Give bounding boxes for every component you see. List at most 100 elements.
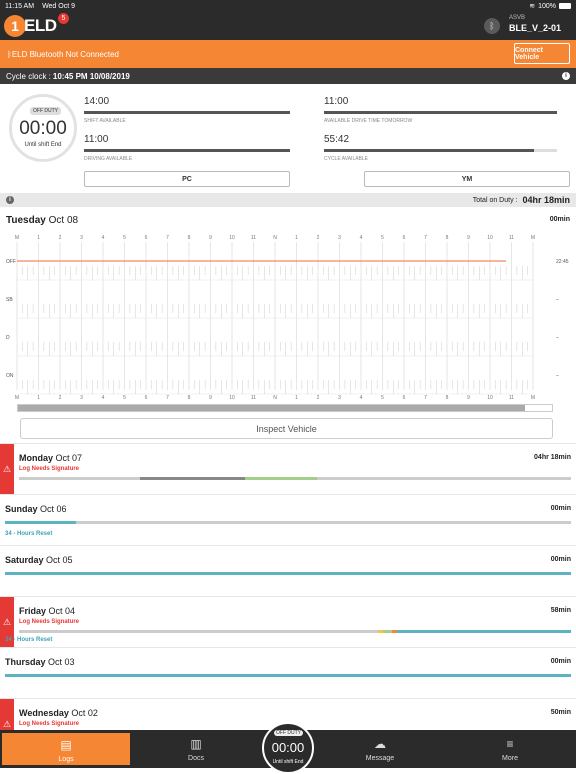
log-weekday: Wednesday bbox=[19, 708, 69, 718]
grid-row-label: SB bbox=[6, 297, 13, 303]
bluetooth-banner: ᛒELD Bluetooth Not Connected Connect Veh… bbox=[0, 40, 576, 68]
tab-label: Docs bbox=[188, 755, 204, 762]
cycle-fill bbox=[324, 149, 534, 152]
log-row[interactable]: ⚠ Monday Oct 07 04hr 18min Log Needs Signat… bbox=[0, 443, 576, 495]
shift-available-stat: 14:00 SHIFT AVAILABLE bbox=[84, 96, 290, 124]
log-timeline bbox=[5, 521, 571, 524]
track-segment bbox=[5, 521, 76, 524]
duty-value: 04hr 18min bbox=[522, 195, 570, 205]
reset-label: 34 - Hours Reset bbox=[5, 637, 53, 643]
grid-hour-label: 5 bbox=[123, 235, 126, 241]
log-timeline bbox=[5, 674, 571, 677]
grid-hour-label: M bbox=[15, 395, 19, 401]
info-icon[interactable]: i bbox=[6, 196, 14, 204]
grid-right-label: – bbox=[556, 297, 559, 303]
center-duty-clock[interactable]: OFF DUTY 00:00 Until shift End bbox=[262, 722, 314, 774]
grid-hour-label: 10 bbox=[229, 235, 235, 241]
grid-hour-label: 8 bbox=[188, 395, 191, 401]
tab-docs[interactable]: ▥ Docs bbox=[131, 730, 261, 768]
tab-label: Message bbox=[365, 755, 395, 762]
log-weekday: Monday bbox=[19, 453, 54, 463]
grid-hour-label: M bbox=[15, 235, 19, 241]
log-row[interactable]: ⚠ Friday Oct 04 58min Log Needs Signature 34… bbox=[0, 596, 576, 648]
grid-hour-label: 2 bbox=[59, 395, 62, 401]
ym-button[interactable]: YM bbox=[364, 171, 570, 187]
signature-warning[interactable]: Log Needs Signature bbox=[19, 721, 79, 727]
signature-warning[interactable]: Log Needs Signature bbox=[19, 619, 79, 625]
log-weekday: Saturday bbox=[5, 555, 44, 565]
stat-value: 11:00 bbox=[324, 96, 349, 107]
app-header: 1 ELD 5 ᛒ ASVB BLE_V_2-01 bbox=[0, 12, 576, 40]
log-row[interactable]: Sunday Oct 06 00min 34 - Hours Reset bbox=[0, 494, 576, 545]
grid-hour-label: 1 bbox=[37, 395, 40, 401]
asset-label: ASVB bbox=[509, 15, 526, 21]
track-segment bbox=[383, 630, 392, 633]
today-total: 00min bbox=[549, 216, 570, 223]
cycle-value: 10:45 PM 10/08/2019 bbox=[52, 71, 130, 81]
log-row[interactable]: Thursday Oct 03 00min bbox=[0, 647, 576, 698]
grid-hour-label: 11 bbox=[509, 395, 514, 401]
log-date: Oct 03 bbox=[48, 657, 75, 667]
track-segment bbox=[75, 521, 571, 524]
clock-value: 00:00 bbox=[271, 740, 305, 755]
drive-tomorrow-stat: 11:00 AVAILABLE DRIVE TIME TOMORROW bbox=[324, 96, 557, 124]
grid-hour-label: 8 bbox=[188, 235, 191, 241]
graph-scrollbar[interactable] bbox=[17, 404, 553, 412]
log-timeline bbox=[19, 630, 571, 633]
grid-hour-label: 9 bbox=[209, 235, 212, 241]
log-total: 50min bbox=[550, 709, 571, 716]
notification-badge[interactable]: 5 bbox=[58, 13, 69, 24]
grid-hour-label: 11 bbox=[251, 395, 256, 401]
log-row[interactable]: Saturday Oct 05 00min bbox=[0, 545, 576, 596]
stat-bar bbox=[84, 111, 290, 114]
stat-bar bbox=[324, 111, 557, 114]
asset-value[interactable]: BLE_V_2-01 bbox=[509, 23, 561, 33]
track-segment bbox=[19, 477, 141, 480]
grid-hour-label: 2 bbox=[59, 235, 62, 241]
tab-more[interactable]: ≡ More bbox=[445, 730, 575, 768]
log-title: Thursday Oct 03 bbox=[5, 657, 75, 667]
grid-row-label: OFF bbox=[6, 259, 16, 265]
stat-label: CYCLE AVAILABLE bbox=[324, 156, 369, 162]
log-title: Saturday Oct 05 bbox=[5, 555, 73, 565]
duty-status-badge: OFF DUTY bbox=[30, 107, 61, 115]
grid-hour-label: 8 bbox=[446, 395, 449, 401]
bluetooth-message: ELD Bluetooth Not Connected bbox=[11, 50, 119, 59]
pc-button[interactable]: PC bbox=[84, 171, 290, 187]
log-timeline bbox=[19, 477, 571, 480]
shift-clock[interactable]: OFF DUTY 00:00 Until shift End bbox=[9, 94, 77, 162]
status-date: Wed Oct 9 bbox=[42, 2, 76, 10]
tab-logs[interactable]: ▤ Logs bbox=[2, 733, 130, 765]
warning-icon: ⚠ bbox=[0, 444, 14, 495]
info-icon[interactable]: i bbox=[562, 72, 570, 80]
bluetooth-icon[interactable]: ᛒ bbox=[484, 18, 500, 34]
cycle-available-stat: 55:42 CYCLE AVAILABLE bbox=[324, 134, 557, 162]
grid-hour-label: 6 bbox=[145, 395, 148, 401]
grid-hour-label: 9 bbox=[467, 235, 470, 241]
stat-label: SHIFT AVAILABLE bbox=[84, 118, 126, 124]
log-weekday: Sunday bbox=[5, 504, 38, 514]
grid-hour-label: 1 bbox=[295, 395, 298, 401]
stat-label: AVAILABLE DRIVE TIME TOMORROW bbox=[324, 118, 413, 124]
signature-warning[interactable]: Log Needs Signature bbox=[19, 466, 79, 472]
grid-hour-label: 7 bbox=[424, 395, 427, 401]
log-title: Friday Oct 04 bbox=[19, 606, 75, 616]
grid-hour-label: 11 bbox=[509, 235, 514, 241]
grid-hour-label: 7 bbox=[166, 395, 169, 401]
today-date: Oct 08 bbox=[48, 215, 79, 226]
grid-hour-label: M bbox=[531, 395, 535, 401]
tab-message[interactable]: ☁ Message bbox=[315, 730, 445, 768]
logs-icon: ▤ bbox=[60, 738, 72, 752]
log-timeline bbox=[5, 572, 571, 575]
grid-hour-label: N bbox=[273, 395, 277, 401]
scrollbar-thumb[interactable] bbox=[18, 405, 526, 411]
grid-hour-label: 9 bbox=[467, 395, 470, 401]
connect-vehicle-button[interactable]: Connect Vehicle bbox=[514, 43, 570, 64]
inspect-vehicle-button[interactable]: Inspect Vehicle bbox=[20, 418, 553, 439]
grid-right-label: 22:45 bbox=[556, 259, 569, 265]
stat-label: DRIVING AVAILABLE bbox=[84, 156, 133, 162]
grid-hour-label: M bbox=[531, 235, 535, 241]
system-status-bar: 11:15 AM Wed Oct 9 ≋ 100% bbox=[0, 0, 576, 12]
grid-hour-label: 3 bbox=[338, 395, 341, 401]
app-logo: 1 ELD 5 bbox=[4, 13, 69, 38]
